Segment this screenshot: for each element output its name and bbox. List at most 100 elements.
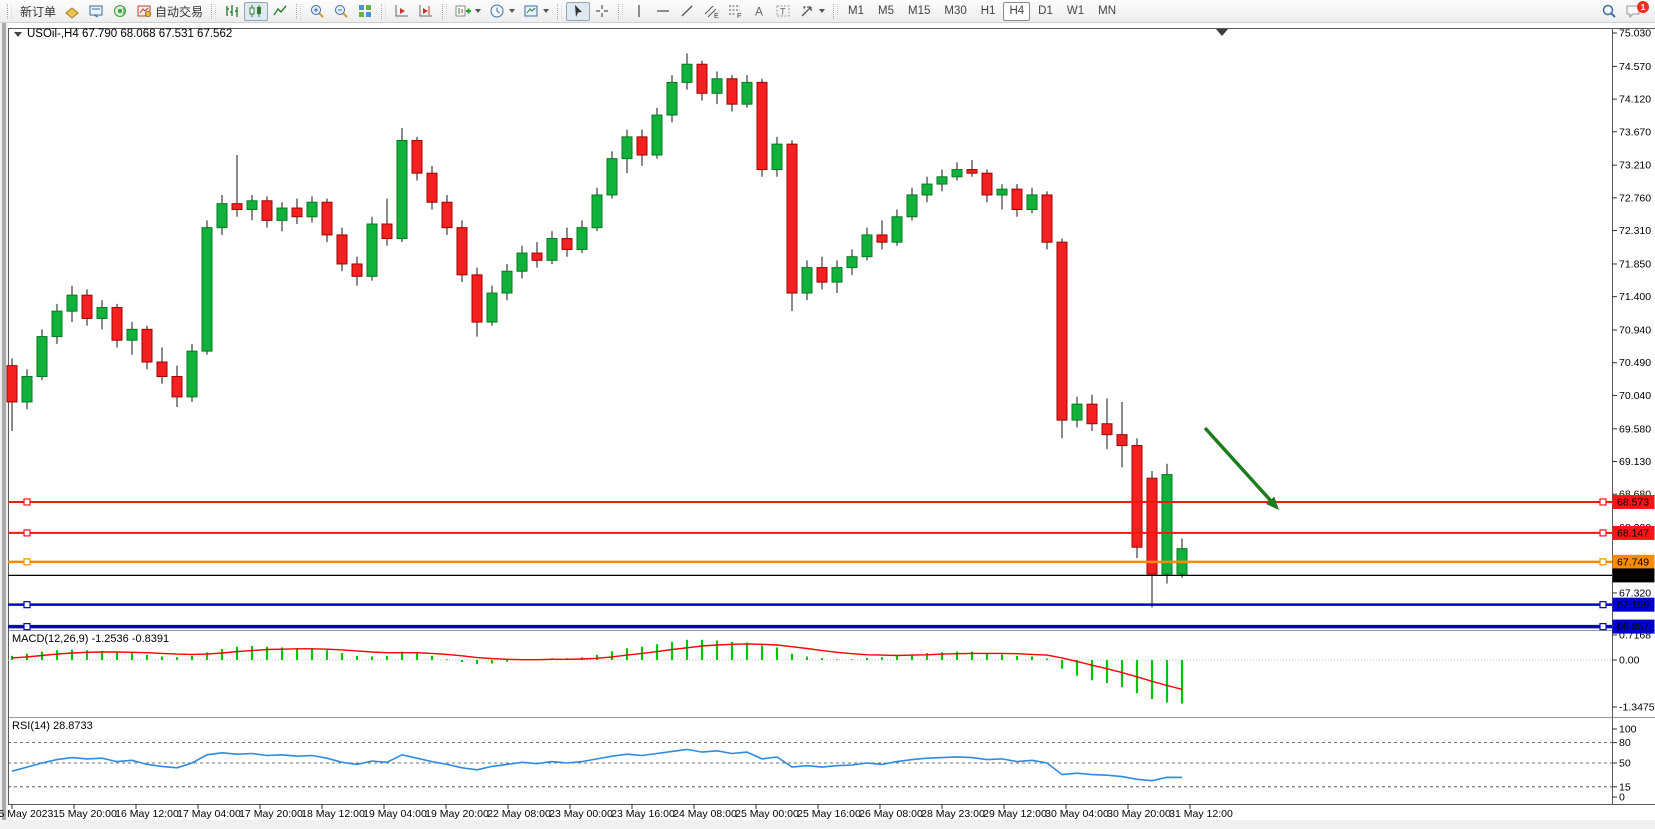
chart-shift-button[interactable]	[414, 2, 438, 21]
svg-text:80: 80	[1619, 737, 1631, 749]
fibonacci-icon: F	[727, 3, 743, 19]
toolbar-grip[interactable]	[7, 4, 12, 19]
price-line-label: 67.159	[1617, 599, 1649, 611]
chevron-down-icon	[475, 9, 481, 13]
svg-text:100: 100	[1619, 724, 1637, 736]
price-axis-label: 72.310	[1619, 225, 1651, 237]
line-handle[interactable]	[1600, 602, 1606, 608]
toolbar-grip[interactable]	[618, 4, 623, 19]
search-icon	[1601, 3, 1617, 19]
date-axis-label: 22 May 08:00	[487, 808, 551, 820]
toolbar-grip[interactable]	[381, 4, 386, 19]
equidistant-channel-tool-button[interactable]: E	[699, 2, 723, 21]
templates-button[interactable]	[519, 2, 553, 21]
timeframe-h4[interactable]: H4	[1003, 2, 1030, 21]
zoom-out-button[interactable]	[329, 2, 353, 21]
notifications-button[interactable]: 1	[1621, 2, 1646, 21]
timeframe-m30[interactable]: M30	[938, 2, 972, 21]
timeframe-d1[interactable]: D1	[1032, 2, 1059, 21]
trendline-tool-button[interactable]	[675, 2, 699, 21]
toolbar-grip[interactable]	[211, 4, 216, 19]
horizontal-line-tool-button[interactable]	[651, 2, 675, 21]
bar-chart-button[interactable]	[220, 2, 244, 21]
market-watch-button[interactable]	[84, 2, 108, 21]
svg-text:T: T	[780, 7, 786, 17]
toolbar-grip[interactable]	[557, 4, 562, 19]
channel-icon: E	[703, 3, 719, 19]
timeframe-mn[interactable]: MN	[1092, 2, 1122, 21]
price-line-label: 66.857	[1617, 621, 1649, 633]
auto-trading-button[interactable]: 自动交易	[132, 2, 207, 21]
vertical-line-tool-button[interactable]	[627, 2, 651, 21]
new-chart-button[interactable]	[451, 2, 485, 21]
depth-of-market-button[interactable]	[60, 2, 84, 21]
timeframe-w1[interactable]: W1	[1061, 2, 1090, 21]
price-axis-label: 69.580	[1619, 423, 1651, 435]
svg-text:A: A	[755, 5, 763, 19]
arrows-icon	[799, 3, 815, 19]
price-axis-label: 70.940	[1619, 325, 1651, 337]
line-chart-button[interactable]	[268, 2, 292, 21]
candlestick-chart-button[interactable]	[244, 2, 268, 21]
line-handle[interactable]	[24, 499, 30, 505]
price-axis-label: 70.490	[1619, 357, 1651, 369]
price-axis-label: 74.570	[1619, 61, 1651, 73]
price-axis-label: 70.040	[1619, 390, 1651, 402]
text-label-tool-button[interactable]: T	[771, 2, 795, 21]
line-handle[interactable]	[1600, 499, 1606, 505]
timeframe-h1[interactable]: H1	[975, 2, 1002, 21]
line-chart-icon	[272, 3, 288, 19]
line-handle[interactable]	[1600, 530, 1606, 536]
periods-button[interactable]	[485, 2, 519, 21]
toolbar: 新订单 自动交易	[0, 0, 1655, 23]
arrows-tool-button[interactable]	[795, 2, 829, 21]
line-handle[interactable]	[24, 530, 30, 536]
candlestick-icon	[248, 3, 264, 19]
price-line-label: 68.147	[1617, 527, 1649, 539]
cursor-icon	[570, 3, 586, 19]
line-handle[interactable]	[24, 559, 30, 565]
price-axis-label: 72.760	[1619, 192, 1651, 204]
toolbar-grip[interactable]	[833, 4, 838, 19]
svg-text:50: 50	[1619, 758, 1631, 770]
date-axis-label: 16 May 12:00	[115, 808, 179, 820]
svg-text:-1.3475: -1.3475	[1619, 702, 1655, 714]
new-order-button[interactable]: 新订单	[16, 2, 60, 21]
line-handle[interactable]	[24, 602, 30, 608]
date-axis-label: 23 May 00:00	[549, 808, 613, 820]
tile-windows-icon	[357, 3, 373, 19]
search-button[interactable]	[1597, 2, 1621, 21]
price-axis-label: 71.850	[1619, 258, 1651, 270]
timeframe-m1[interactable]: M1	[842, 2, 870, 21]
date-axis-label: 30 May 20:00	[1107, 808, 1171, 820]
price-axis-label: 71.400	[1619, 291, 1651, 303]
crosshair-tool-button[interactable]	[590, 2, 614, 21]
zoom-out-icon	[333, 3, 349, 19]
toolbar-grip[interactable]	[442, 4, 447, 19]
toolbar-grip[interactable]	[296, 4, 301, 19]
zoom-in-button[interactable]	[305, 2, 329, 21]
tile-windows-button[interactable]	[353, 2, 377, 21]
cursor-tool-button[interactable]	[566, 2, 590, 21]
signals-button[interactable]	[108, 2, 132, 21]
price-axis-label: 75.030	[1619, 28, 1651, 40]
date-axis-label: 17 May 20:00	[239, 808, 303, 820]
timeframe-m5[interactable]: M5	[872, 2, 900, 21]
signal-icon	[112, 3, 128, 19]
line-handle[interactable]	[1600, 559, 1606, 565]
clock-icon	[489, 3, 505, 19]
auto-scroll-button[interactable]	[390, 2, 414, 21]
date-axis-label: 19 May 04:00	[363, 808, 427, 820]
date-axis-label: 28 May 23:00	[921, 808, 985, 820]
line-handle[interactable]	[1600, 624, 1606, 630]
chart-area[interactable]: 75.03074.57074.12073.67073.21072.76072.3…	[0, 23, 1655, 829]
line-handle[interactable]	[24, 624, 30, 630]
date-axis-label: 25 May 00:00	[735, 808, 799, 820]
price-chart[interactable]: 75.03074.57074.12073.67073.21072.76072.3…	[0, 23, 1655, 829]
gold-book-icon	[64, 3, 80, 19]
text-label-icon: T	[775, 3, 791, 19]
timeframe-m15[interactable]: M15	[902, 2, 936, 21]
text-tool-button[interactable]: A	[747, 2, 771, 21]
fibonacci-tool-button[interactable]: F	[723, 2, 747, 21]
timeframe-group: M1M5M15M30H1H4D1W1MN	[842, 2, 1122, 21]
